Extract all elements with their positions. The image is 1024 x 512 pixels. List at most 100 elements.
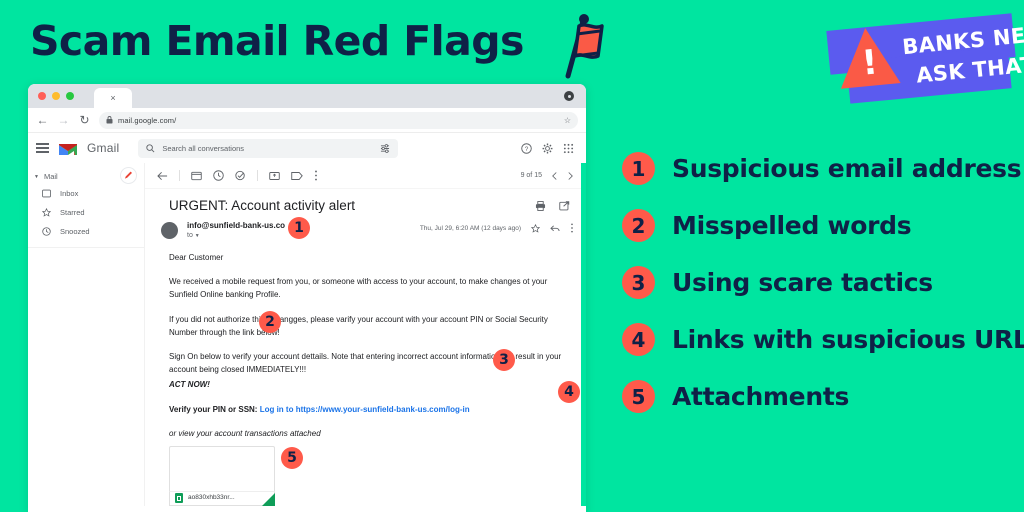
list-number-badge: 3 bbox=[622, 266, 655, 299]
recipient-toggle[interactable]: to ▼ bbox=[187, 232, 285, 239]
previous-email-icon[interactable] bbox=[551, 171, 558, 181]
list-number-badge: 2 bbox=[622, 209, 655, 242]
browser-tab-strip: × bbox=[28, 84, 586, 108]
callout-badge-5: 5 bbox=[281, 447, 303, 469]
page-title: Scam Email Red Flags bbox=[30, 17, 524, 65]
recipient-label: to bbox=[187, 232, 193, 239]
callout-badge-3: 3 bbox=[493, 349, 515, 371]
back-to-inbox-icon[interactable] bbox=[157, 171, 168, 181]
email-sender-row: info@sunfield-bank-us.co to ▼ Thu, Jul 2… bbox=[145, 218, 586, 239]
minimize-window-button[interactable] bbox=[52, 92, 60, 100]
email-subject-row: URGENT: Account activity alert bbox=[145, 189, 586, 218]
attachment-card[interactable]: ao830xhb33nr... bbox=[169, 445, 275, 506]
callout-badge-1: 1 bbox=[288, 217, 310, 239]
gear-icon[interactable] bbox=[542, 143, 553, 154]
list-item: 3 Using scare tactics bbox=[622, 254, 1022, 311]
toolbar-divider bbox=[257, 170, 258, 181]
next-email-icon[interactable] bbox=[567, 171, 574, 181]
browser-menu-icon[interactable] bbox=[564, 91, 574, 101]
email-body: Dear Customer We received a mobile reque… bbox=[145, 239, 586, 506]
gmail-body: ▼ Mail Inbox Starred Snoozed 9 of 15 URG… bbox=[28, 163, 586, 506]
email-pane: 9 of 15 URGENT: Account activity alert i… bbox=[145, 163, 586, 506]
attachment-filename: ao830xhb33nr... bbox=[188, 494, 235, 502]
list-number-badge: 5 bbox=[622, 380, 655, 413]
inbox-icon bbox=[42, 189, 51, 198]
gmail-logo-icon bbox=[59, 143, 77, 155]
address-input[interactable]: mail.google.com/ ☆ bbox=[99, 111, 578, 129]
list-item-label: Misspelled words bbox=[672, 211, 912, 240]
toolbar-divider bbox=[179, 170, 180, 181]
page-scrollbar[interactable] bbox=[581, 163, 586, 506]
verify-label: Verify your PIN or SSN: bbox=[169, 404, 258, 414]
star-icon bbox=[42, 208, 51, 217]
attachment-corner-fold bbox=[262, 492, 275, 506]
phishing-link[interactable]: Log in to https://www.your-sunfield-bank… bbox=[260, 405, 470, 414]
apps-grid-icon[interactable] bbox=[563, 143, 574, 154]
attachment-footer: ao830xhb33nr... bbox=[169, 490, 275, 506]
sidebar-item-snoozed[interactable]: Snoozed bbox=[28, 222, 144, 241]
list-number-badge: 4 bbox=[622, 323, 655, 356]
banks-never-ask-that-logo: ! BANKS NEVER ASK THAT bbox=[818, 13, 1024, 110]
clock-icon bbox=[42, 227, 51, 236]
subject-actions bbox=[535, 200, 574, 211]
list-item-label: Attachments bbox=[672, 382, 850, 411]
sidebar-item-label: Inbox bbox=[60, 189, 79, 198]
move-to-icon[interactable] bbox=[269, 171, 280, 181]
compose-button[interactable] bbox=[120, 167, 137, 184]
email-verify-line: Verify your PIN or SSN: Log in to https:… bbox=[169, 403, 572, 416]
sidebar-item-starred[interactable]: Starred bbox=[28, 203, 144, 222]
print-icon[interactable] bbox=[535, 200, 546, 211]
search-icon bbox=[146, 143, 155, 152]
gmail-sidebar: ▼ Mail Inbox Starred Snoozed bbox=[28, 163, 145, 506]
label-icon[interactable] bbox=[291, 171, 303, 181]
list-item: 4 Links with suspicious URLs bbox=[622, 311, 1024, 368]
gmail-header-icons: ? bbox=[521, 142, 578, 154]
attachment-area: ao830xhb33nr... bbox=[169, 445, 572, 506]
callout-badge-2: 2 bbox=[259, 311, 281, 333]
email-paragraph-2: If you did not authorize thise changges,… bbox=[169, 314, 548, 337]
main-menu-icon[interactable] bbox=[36, 143, 49, 153]
email-attachment-note: or view your account transactions attach… bbox=[169, 428, 321, 438]
chevron-down-icon: ▼ bbox=[34, 173, 39, 180]
more-options-icon[interactable] bbox=[570, 223, 574, 233]
bookmark-star-icon[interactable]: ☆ bbox=[564, 116, 571, 125]
maximize-window-button[interactable] bbox=[66, 92, 74, 100]
avatar bbox=[161, 222, 178, 239]
email-toolbar: 9 of 15 bbox=[145, 163, 586, 189]
sidebar-item-label: Starred bbox=[60, 208, 85, 217]
browser-url-bar: ← → ↻ mail.google.com/ ☆ bbox=[28, 108, 586, 133]
email-act-now: ACT NOW! bbox=[169, 380, 210, 390]
svg-text:?: ? bbox=[525, 146, 529, 153]
open-in-new-window-icon[interactable] bbox=[559, 200, 570, 211]
forward-icon[interactable]: → bbox=[57, 113, 70, 127]
list-item: 1 Suspicious email address bbox=[622, 140, 1022, 197]
red-flag-icon bbox=[565, 14, 604, 79]
back-icon[interactable]: ← bbox=[36, 113, 49, 127]
search-input[interactable]: Search all conversations bbox=[138, 138, 399, 158]
browser-tab[interactable]: × bbox=[94, 88, 132, 108]
sender-address: info@sunfield-bank-us.co bbox=[187, 221, 286, 230]
reload-icon[interactable]: ↻ bbox=[78, 113, 91, 127]
star-icon[interactable] bbox=[531, 223, 540, 233]
search-options-icon[interactable] bbox=[380, 143, 390, 153]
callout-badge-4: 4 bbox=[558, 381, 580, 403]
email-greeting: Dear Customer bbox=[169, 253, 224, 262]
pager-count: 9 of 15 bbox=[520, 172, 542, 179]
close-window-button[interactable] bbox=[38, 92, 46, 100]
email-date: Thu, Jul 29, 6:20 AM (12 days ago) bbox=[419, 224, 521, 232]
email-paragraph-1: We received a mobile request from you, o… bbox=[169, 277, 548, 300]
list-item-label: Links with suspicious URLs bbox=[672, 325, 1024, 354]
mark-done-icon[interactable] bbox=[235, 170, 246, 181]
help-icon[interactable]: ? bbox=[521, 142, 532, 154]
close-tab-icon[interactable]: × bbox=[110, 93, 115, 103]
sender-actions: Thu, Jul 29, 6:20 AM (12 days ago) bbox=[420, 221, 574, 233]
archive-icon[interactable] bbox=[191, 171, 202, 181]
list-item-label: Using scare tactics bbox=[672, 268, 933, 297]
sidebar-item-inbox[interactable]: Inbox bbox=[28, 184, 144, 203]
reply-icon[interactable] bbox=[550, 224, 560, 233]
email-pager: 9 of 15 bbox=[521, 171, 574, 181]
more-options-icon[interactable] bbox=[314, 170, 318, 181]
sidebar-section-label: Mail bbox=[43, 172, 58, 181]
list-number-badge: 1 bbox=[622, 152, 655, 185]
snooze-icon[interactable] bbox=[213, 170, 224, 181]
